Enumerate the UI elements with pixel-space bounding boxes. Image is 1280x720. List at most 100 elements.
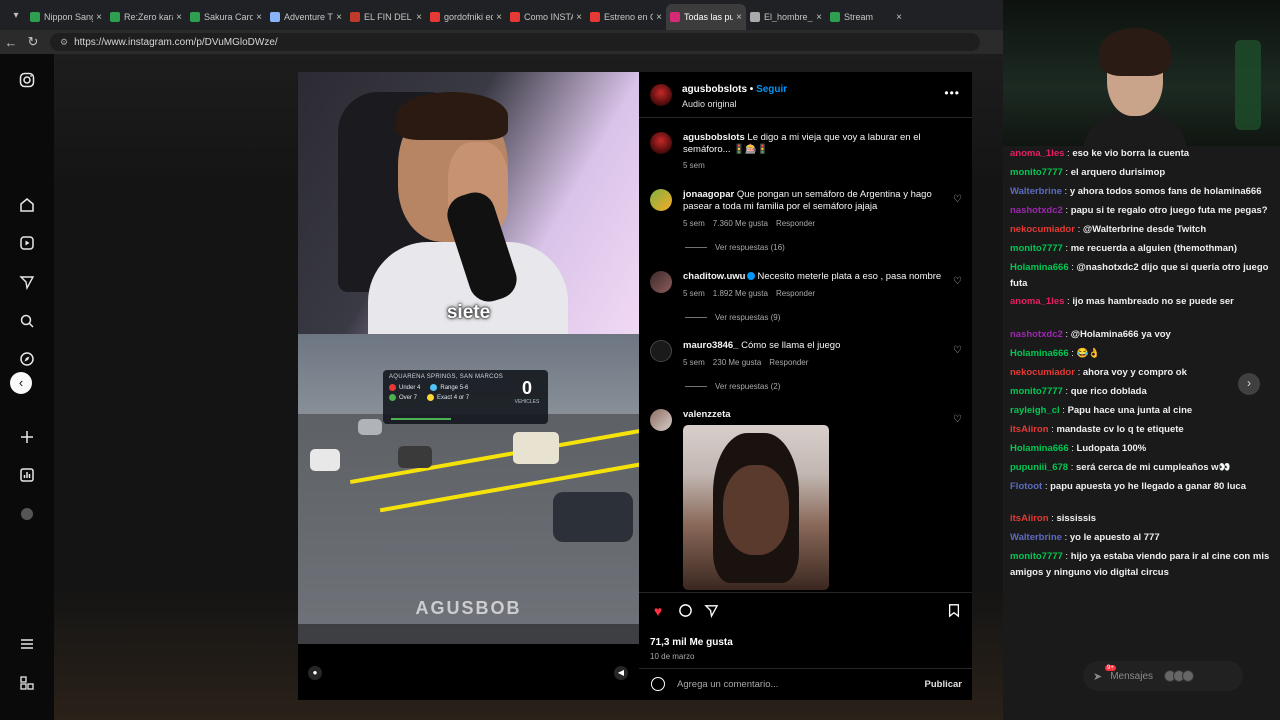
like-comment-icon[interactable]: ♡ xyxy=(953,194,962,205)
chat-username[interactable]: Walterbrine xyxy=(1010,532,1062,543)
tab-search-icon[interactable]: ▾ xyxy=(6,10,26,21)
tab-close-icon[interactable]: × xyxy=(256,12,262,23)
chat-username[interactable]: Holamina666 xyxy=(1010,262,1069,273)
chat-separator: : xyxy=(1074,367,1083,378)
chat-separator: : xyxy=(1074,224,1083,235)
comment-icon[interactable] xyxy=(677,603,693,619)
reload-icon[interactable]: ↻ xyxy=(22,34,44,50)
reel-video[interactable]: siete AQUARENA SPRINGS, SAN MARCOS Under… xyxy=(298,72,639,700)
send-icon: ➤ xyxy=(1093,670,1103,683)
author-avatar[interactable] xyxy=(650,132,672,154)
chat-username[interactable]: nashotxdc2 xyxy=(1010,205,1063,216)
like-comment-icon[interactable]: ♡ xyxy=(953,414,962,425)
dashboard-icon[interactable] xyxy=(18,467,36,485)
view-replies-button[interactable]: Ver respuestas (9) xyxy=(685,313,780,322)
likes-count[interactable]: 71,3 mil Me gusta xyxy=(650,637,733,648)
tab-close-icon[interactable]: × xyxy=(576,12,582,23)
create-icon[interactable] xyxy=(18,429,36,447)
follow-button[interactable]: Seguir xyxy=(756,84,787,95)
chat-username[interactable]: anoma_1les xyxy=(1010,148,1064,159)
reels-icon[interactable] xyxy=(18,235,36,253)
tab-close-icon[interactable]: × xyxy=(176,12,182,23)
tab-close-icon[interactable]: × xyxy=(896,12,902,23)
chat-username[interactable]: nashotxdc2 xyxy=(1010,329,1063,340)
heart-icon[interactable]: ♥ xyxy=(650,603,666,619)
commenter-avatar[interactable] xyxy=(650,340,672,362)
chat-username[interactable]: pupuniii_678 xyxy=(1010,462,1068,473)
audio-label[interactable]: Audio original xyxy=(682,99,737,109)
view-replies-button[interactable]: Ver respuestas (2) xyxy=(685,382,780,391)
chat-username[interactable]: nekocumiador xyxy=(1010,367,1075,378)
chat-username[interactable]: nekocumiador xyxy=(1010,224,1075,235)
browser-tab[interactable]: Todas las publi× xyxy=(666,4,746,30)
chat-username[interactable]: Holamina666 xyxy=(1010,443,1069,454)
browser-tab[interactable]: Como INSTALAR× xyxy=(506,4,586,30)
previous-post-button[interactable]: ‹ xyxy=(10,372,32,394)
tab-close-icon[interactable]: × xyxy=(656,12,662,23)
view-replies-button[interactable]: Ver respuestas (16) xyxy=(685,243,785,252)
share-icon[interactable] xyxy=(703,603,719,619)
instagram-logo-icon[interactable] xyxy=(18,72,36,90)
browser-tab[interactable]: Estreno en Cine× xyxy=(586,4,666,30)
chat-username[interactable]: monito7777 xyxy=(1010,243,1063,254)
chat-username[interactable]: itsAiiron xyxy=(1010,424,1049,435)
menu-icon[interactable] xyxy=(18,636,36,654)
search-icon[interactable] xyxy=(18,313,36,331)
messages-button[interactable]: ➤ 9+ Mensajes xyxy=(1083,661,1243,691)
site-info-icon[interactable]: ⚙ xyxy=(60,37,68,48)
browser-tab[interactable]: gordofniki eden× xyxy=(426,4,506,30)
chat-username[interactable]: Holamina666 xyxy=(1010,348,1069,359)
author-avatar[interactable] xyxy=(650,84,672,106)
browser-tab[interactable]: Re:Zero kara Ha× xyxy=(106,4,186,30)
chat-username[interactable]: monito7777 xyxy=(1010,551,1063,562)
commenter-avatar[interactable] xyxy=(650,409,672,431)
browser-tab[interactable]: Stream × xyxy=(826,4,906,30)
emoji-icon[interactable] xyxy=(651,677,665,691)
chat-message: nekocumiador : @Walterbrine desde Twitch xyxy=(1010,222,1278,238)
tagged-user-icon[interactable]: ● xyxy=(308,666,322,680)
chat-message: nekocumiador : ahora voy y compro ok xyxy=(1010,365,1278,381)
back-icon[interactable]: ← xyxy=(0,35,22,50)
tab-close-icon[interactable]: × xyxy=(96,12,102,23)
chat-username[interactable]: monito7777 xyxy=(1010,167,1063,178)
comment-photo[interactable] xyxy=(683,425,829,590)
chat-username[interactable]: rayleigh_cl xyxy=(1010,405,1060,416)
mute-icon[interactable]: ◀ xyxy=(614,666,628,680)
reply-button[interactable]: Responder xyxy=(769,358,808,367)
tab-close-icon[interactable]: × xyxy=(736,12,742,23)
commenter-avatar[interactable] xyxy=(650,271,672,293)
address-bar[interactable]: ⚙ https://www.instagram.com/p/DVuMGloDWz… xyxy=(50,33,980,51)
explore-icon[interactable] xyxy=(18,351,36,369)
comment-input[interactable]: Agrega un comentario... xyxy=(677,679,778,690)
messages-icon[interactable] xyxy=(18,274,36,292)
chat-message: itsAiiron : mandaste cv lo q te etiquete xyxy=(1010,422,1278,438)
reply-button[interactable]: Responder xyxy=(776,289,815,298)
profile-avatar-icon[interactable] xyxy=(18,506,36,524)
chat-username[interactable]: monito7777 xyxy=(1010,386,1063,397)
publish-button[interactable]: Publicar xyxy=(925,679,963,690)
chat-username[interactable]: anoma_1les xyxy=(1010,296,1064,307)
tab-close-icon[interactable]: × xyxy=(496,12,502,23)
bookmark-icon[interactable] xyxy=(946,603,962,619)
chat-username[interactable]: Walterbrine xyxy=(1010,186,1062,197)
more-apps-icon[interactable] xyxy=(18,675,36,693)
next-post-button[interactable]: › xyxy=(1238,373,1260,395)
tab-close-icon[interactable]: × xyxy=(416,12,422,23)
browser-tab[interactable]: Nippon Sangoku× xyxy=(26,4,106,30)
reply-button[interactable]: Responder xyxy=(776,219,815,228)
browser-tab[interactable]: Adventure Time× xyxy=(266,4,346,30)
more-options-icon[interactable]: ••• xyxy=(944,86,960,100)
author-username[interactable]: agusbobslots • Seguir xyxy=(682,84,787,95)
tab-close-icon[interactable]: × xyxy=(336,12,342,23)
chat-username[interactable]: itsAiiron xyxy=(1010,513,1049,524)
chat-username[interactable]: Flotoot xyxy=(1010,481,1042,492)
chat-message: Holamina666 : Ludopata 100% xyxy=(1010,441,1278,457)
like-comment-icon[interactable]: ♡ xyxy=(953,345,962,356)
browser-tab[interactable]: Sakura Card Cap× xyxy=(186,4,266,30)
home-icon[interactable] xyxy=(18,197,36,215)
tab-close-icon[interactable]: × xyxy=(816,12,822,23)
like-comment-icon[interactable]: ♡ xyxy=(953,276,962,287)
browser-tab[interactable]: El_hombre_pol× xyxy=(746,4,826,30)
commenter-avatar[interactable] xyxy=(650,189,672,211)
browser-tab[interactable]: EL FIN DEL PAP× xyxy=(346,4,426,30)
